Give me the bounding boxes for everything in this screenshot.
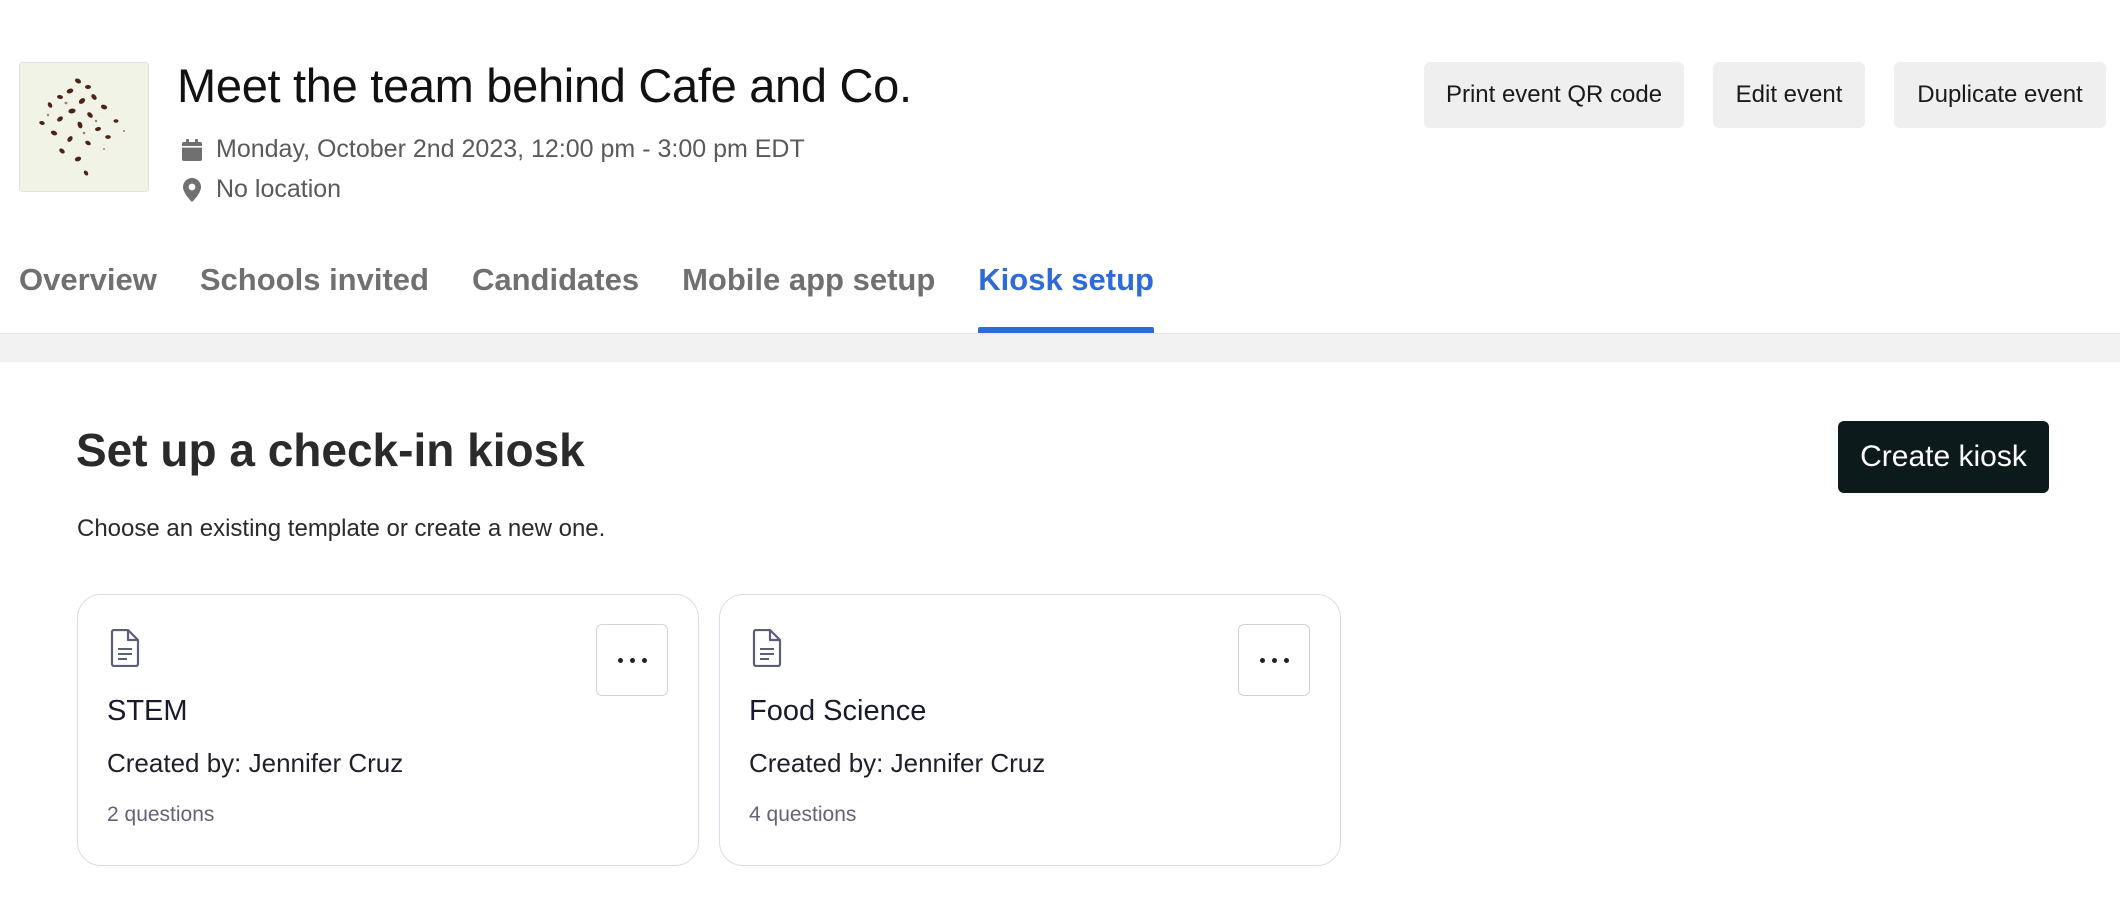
event-location: No location [216,175,342,203]
coffee-beans-image [39,78,125,176]
page: Meet the team behind Cafe and Co. Monday… [0,0,2120,920]
section-title: Set up a check-in kiosk [76,424,585,476]
template-question-count: 2 questions [107,803,215,826]
create-kiosk-button[interactable]: Create kiosk [1838,421,2049,493]
duplicate-event-button[interactable]: Duplicate event [1894,62,2106,128]
section-separator [0,334,2120,362]
event-date-row: Monday, October 2nd 2023, 12:00 pm - 3:0… [180,135,805,164]
document-icon [752,628,782,668]
calendar-icon [180,137,204,163]
event-thumbnail [19,62,149,192]
event-title: Meet the team behind Cafe and Co. [177,59,912,112]
tab-mobile-app-setup[interactable]: Mobile app setup [682,262,935,334]
template-card[interactable]: Food Science Created by: Jennifer Cruz 4… [719,594,1341,866]
tab-kiosk-setup[interactable]: Kiosk setup [978,262,1154,334]
edit-event-button[interactable]: Edit event [1713,62,1865,128]
more-options-button[interactable] [1238,624,1310,696]
template-name: Food Science [749,695,927,727]
event-date: Monday, October 2nd 2023, 12:00 pm - 3:0… [216,135,805,163]
document-icon [110,628,140,668]
template-creator: Created by: Jennifer Cruz [107,748,404,778]
tab-schools-invited[interactable]: Schools invited [200,262,429,334]
ellipsis-icon [617,657,623,663]
template-card[interactable]: STEM Created by: Jennifer Cruz 2 questio… [77,594,699,866]
more-options-button[interactable] [596,624,668,696]
event-tabs: Overview Schools invited Candidates Mobi… [19,262,1197,334]
map-pin-icon [180,177,204,203]
template-question-count: 4 questions [749,803,857,826]
tab-overview[interactable]: Overview [19,262,157,334]
print-qr-code-button[interactable]: Print event QR code [1424,62,1684,128]
section-subtitle: Choose an existing template or create a … [77,515,606,542]
template-name: STEM [107,695,188,727]
ellipsis-icon [1259,657,1265,663]
template-creator: Created by: Jennifer Cruz [749,748,1046,778]
tab-candidates[interactable]: Candidates [472,262,639,334]
event-location-row: No location [180,175,341,204]
